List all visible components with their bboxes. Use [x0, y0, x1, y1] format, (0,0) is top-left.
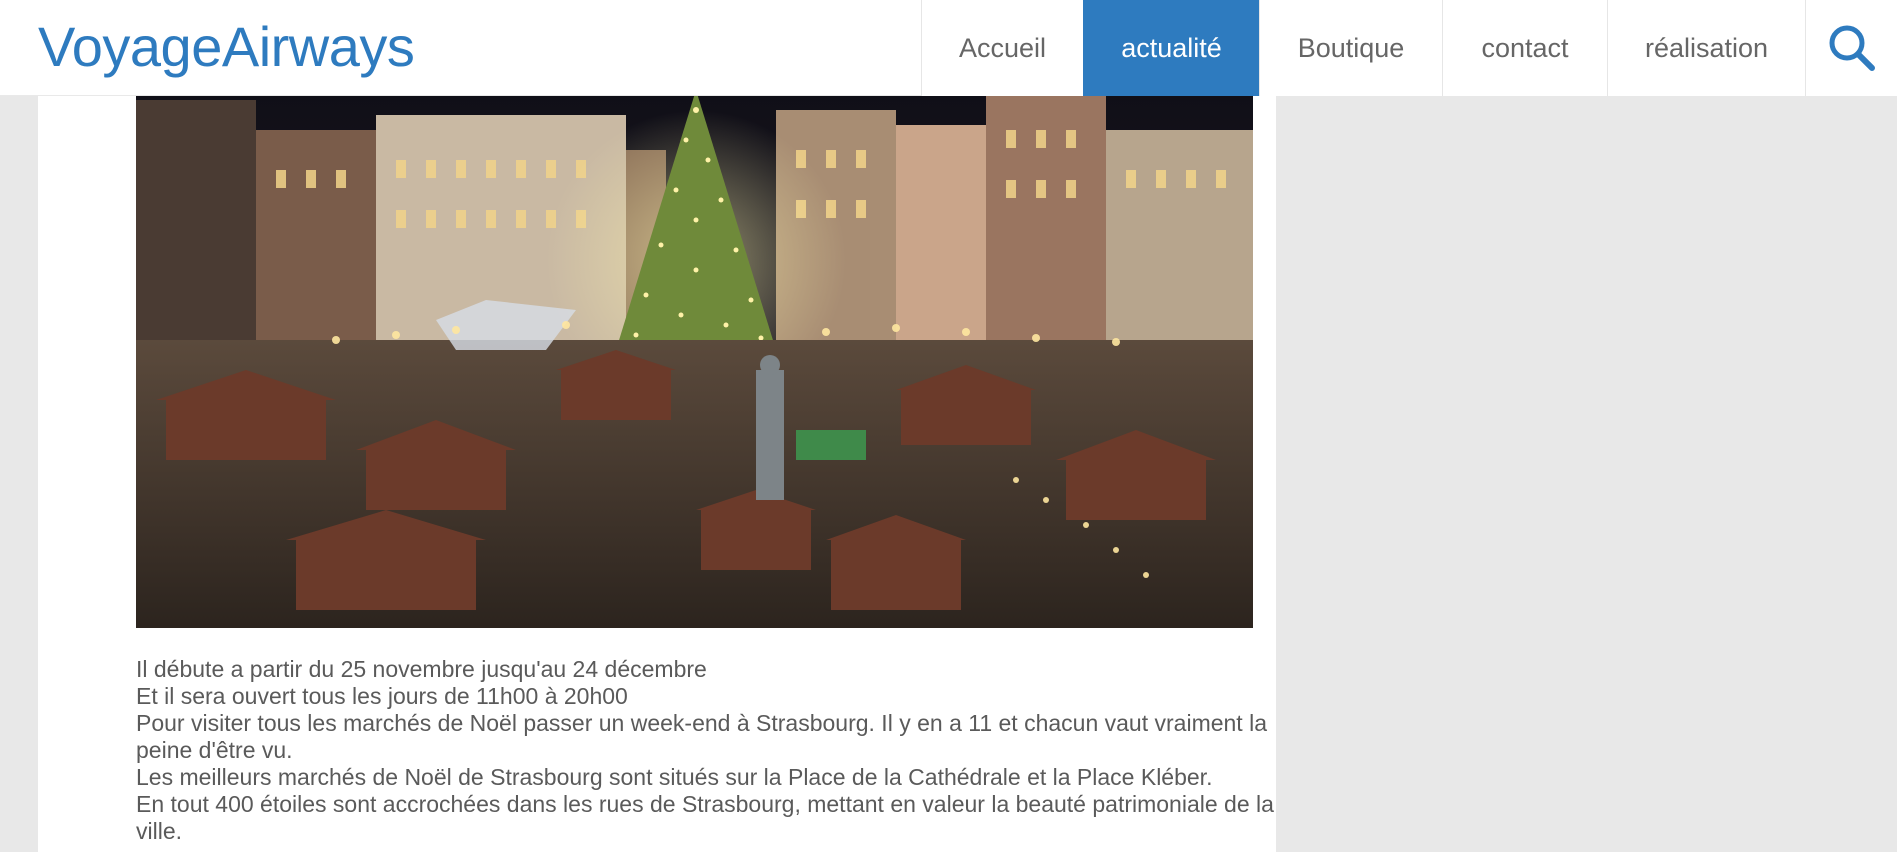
christmas-market-photo: [136, 70, 1253, 628]
nav-item-accueil[interactable]: Accueil: [921, 0, 1083, 96]
nav-item-contact[interactable]: contact: [1442, 0, 1607, 96]
article-line-2: Et il sera ouvert tous les jours de 11h0…: [136, 683, 628, 709]
nav-item-actualite[interactable]: actualité: [1083, 0, 1259, 96]
site-logo[interactable]: VoyageAirways: [38, 14, 415, 80]
page: Il débute a partir du 25 novembre jusqu'…: [0, 0, 1897, 852]
article-line-1: Il débute a partir du 25 novembre jusqu'…: [136, 656, 707, 682]
content-card: Il débute a partir du 25 novembre jusqu'…: [38, 0, 1276, 852]
article-line-5: En tout 400 étoiles sont accrochées dans…: [136, 791, 1274, 844]
search-icon: [1829, 25, 1875, 71]
nav-item-boutique[interactable]: Boutique: [1259, 0, 1442, 96]
site-header: VoyageAirways Accueil actualité Boutique…: [0, 0, 1897, 96]
article-line-3: Pour visiter tous les marchés de Noël pa…: [136, 710, 1267, 763]
christmas-market-photo-illustration: [136, 70, 1253, 628]
article-line-4: Les meilleurs marchés de Noël de Strasbo…: [136, 764, 1213, 790]
search-button[interactable]: [1805, 0, 1897, 96]
nav-item-realisation[interactable]: réalisation: [1607, 0, 1805, 96]
main-nav: Accueil actualité Boutique contact réali…: [921, 0, 1897, 96]
article-text: Il débute a partir du 25 novembre jusqu'…: [136, 656, 1276, 845]
